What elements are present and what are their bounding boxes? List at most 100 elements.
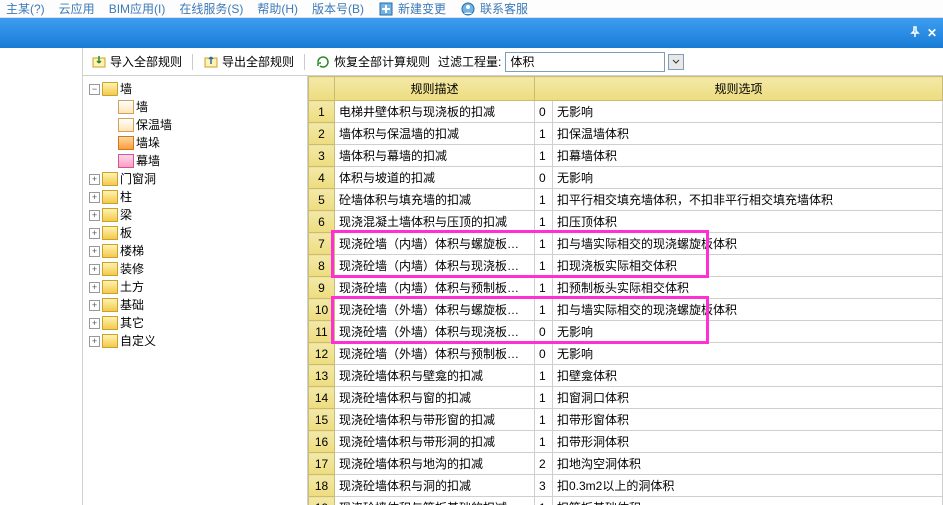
cell-flag[interactable]: 1 — [535, 431, 553, 453]
cell-flag[interactable]: 1 — [535, 211, 553, 233]
cell-flag[interactable]: 1 — [535, 145, 553, 167]
cell-desc[interactable]: 现浇砼墙（内墙）体积与螺旋板的扣减 — [335, 233, 535, 255]
col-header-desc[interactable]: 规则描述 — [335, 77, 535, 101]
table-row[interactable]: 10现浇砼墙（外墙）体积与螺旋板的扣减1扣与墙实际相交的现浇螺旋板体积 — [309, 299, 943, 321]
cell-flag[interactable]: 1 — [535, 299, 553, 321]
export-rules-button[interactable]: 导出全部规则 — [199, 51, 298, 72]
table-row[interactable]: 18现浇砼墙体积与洞的扣减3扣0.3m2以上的洞体积 — [309, 475, 943, 497]
tree-leaf[interactable]: 墙 — [136, 98, 148, 116]
expand-icon[interactable]: + — [89, 318, 100, 329]
expand-icon[interactable]: + — [89, 192, 100, 203]
table-row[interactable]: 17现浇砼墙体积与地沟的扣减2扣地沟空洞体积 — [309, 453, 943, 475]
cell-opt[interactable]: 扣幕墙体积 — [553, 145, 943, 167]
cell-opt[interactable]: 扣0.3m2以上的洞体积 — [553, 475, 943, 497]
cell-opt[interactable]: 扣地沟空洞体积 — [553, 453, 943, 475]
collapse-icon[interactable]: − — [89, 84, 100, 95]
expand-icon[interactable]: + — [89, 336, 100, 347]
import-rules-button[interactable]: 导入全部规则 — [87, 51, 186, 72]
cell-desc[interactable]: 现浇砼墙（内墙）体积与现浇板的扣减 — [335, 255, 535, 277]
cell-flag[interactable]: 1 — [535, 277, 553, 299]
cell-flag[interactable]: 1 — [535, 255, 553, 277]
menu-item[interactable]: 主某(?) — [6, 0, 45, 17]
table-row[interactable]: 2墙体积与保温墙的扣减1扣保温墙体积 — [309, 123, 943, 145]
cell-flag[interactable]: 2 — [535, 453, 553, 475]
cell-desc[interactable]: 现浇砼墙（外墙）体积与现浇板的扣减 — [335, 321, 535, 343]
table-row[interactable]: 15现浇砼墙体积与带形窗的扣减1扣带形窗体积 — [309, 409, 943, 431]
cell-opt[interactable]: 扣窗洞口体积 — [553, 387, 943, 409]
cell-desc[interactable]: 墙体积与幕墙的扣减 — [335, 145, 535, 167]
col-header-num[interactable] — [309, 77, 335, 101]
menu-right-item[interactable]: 新建变更 — [398, 0, 446, 17]
tree-node[interactable]: 门窗洞 — [120, 170, 156, 188]
cell-desc[interactable]: 现浇砼墙体积与带形窗的扣减 — [335, 409, 535, 431]
table-row[interactable]: 12现浇砼墙（外墙）体积与预制板的扣减0无影响 — [309, 343, 943, 365]
cell-desc[interactable]: 现浇砼墙体积与壁龛的扣减 — [335, 365, 535, 387]
tree-node[interactable]: 基础 — [120, 296, 144, 314]
tree-leaf[interactable]: 保温墙 — [136, 116, 172, 134]
menu-item[interactable]: 云应用 — [59, 0, 95, 17]
table-row[interactable]: 13现浇砼墙体积与壁龛的扣减1扣壁龛体积 — [309, 365, 943, 387]
tree-root-label[interactable]: 墙 — [120, 80, 132, 98]
restore-rules-button[interactable]: 恢复全部计算规则 — [311, 51, 434, 72]
expand-icon[interactable]: + — [89, 246, 100, 257]
cell-opt[interactable]: 扣与墙实际相交的现浇螺旋板体积 — [553, 233, 943, 255]
menu-item[interactable]: 在线服务(S) — [179, 0, 243, 17]
cell-desc[interactable]: 体积与坡道的扣减 — [335, 167, 535, 189]
table-row[interactable]: 19现浇砼墙体积与筏板基础的扣减1扣筏板基础体积 — [309, 497, 943, 505]
close-icon[interactable]: ✕ — [927, 26, 937, 40]
cell-opt[interactable]: 扣与墙实际相交的现浇螺旋板体积 — [553, 299, 943, 321]
expand-icon[interactable]: + — [89, 210, 100, 221]
cell-flag[interactable]: 1 — [535, 233, 553, 255]
cell-opt[interactable]: 扣压顶体积 — [553, 211, 943, 233]
expand-icon[interactable]: + — [89, 300, 100, 311]
cell-flag[interactable]: 0 — [535, 321, 553, 343]
cell-opt[interactable]: 扣保温墙体积 — [553, 123, 943, 145]
tree-leaf[interactable]: 幕墙 — [136, 152, 160, 170]
expand-icon[interactable]: + — [89, 282, 100, 293]
cell-desc[interactable]: 墙体积与保温墙的扣减 — [335, 123, 535, 145]
expand-icon[interactable]: + — [89, 174, 100, 185]
cell-flag[interactable]: 0 — [535, 101, 553, 123]
cell-flag[interactable]: 1 — [535, 387, 553, 409]
cell-desc[interactable]: 电梯井壁体积与现浇板的扣减 — [335, 101, 535, 123]
category-tree[interactable]: −墙 墙 保温墙 墙垛 幕墙 +门窗洞+柱+梁+板+楼梯+装修+土方+基础+其它… — [83, 76, 308, 505]
table-row[interactable]: 5砼墙体积与填充墙的扣减1扣平行相交填充墙体积，不扣非平行相交填充墙体积 — [309, 189, 943, 211]
pin-icon[interactable] — [909, 26, 921, 41]
tree-node[interactable]: 其它 — [120, 314, 144, 332]
tree-node[interactable]: 板 — [120, 224, 132, 242]
cell-opt[interactable]: 扣壁龛体积 — [553, 365, 943, 387]
menu-right-item[interactable]: 联系客服 — [480, 0, 528, 17]
cell-desc[interactable]: 现浇砼墙体积与窗的扣减 — [335, 387, 535, 409]
cell-desc[interactable]: 砼墙体积与填充墙的扣减 — [335, 189, 535, 211]
table-row[interactable]: 6现浇混凝土墙体积与压顶的扣减1扣压顶体积 — [309, 211, 943, 233]
filter-select[interactable]: 体积 — [505, 52, 665, 72]
cell-flag[interactable]: 3 — [535, 475, 553, 497]
cell-flag[interactable]: 1 — [535, 189, 553, 211]
cell-opt[interactable]: 扣带形洞体积 — [553, 431, 943, 453]
tree-node[interactable]: 装修 — [120, 260, 144, 278]
tree-node[interactable]: 柱 — [120, 188, 132, 206]
tree-node[interactable]: 自定义 — [120, 332, 156, 350]
cell-desc[interactable]: 现浇混凝土墙体积与压顶的扣减 — [335, 211, 535, 233]
cell-desc[interactable]: 现浇砼墙体积与带形洞的扣减 — [335, 431, 535, 453]
table-row[interactable]: 9现浇砼墙（内墙）体积与预制板的扣减1扣预制板头实际相交体积 — [309, 277, 943, 299]
cell-desc[interactable]: 现浇砼墙（内墙）体积与预制板的扣减 — [335, 277, 535, 299]
table-row[interactable]: 1电梯井壁体积与现浇板的扣减0无影响 — [309, 101, 943, 123]
cell-desc[interactable]: 现浇砼墙（外墙）体积与螺旋板的扣减 — [335, 299, 535, 321]
menu-item[interactable]: BIM应用(I) — [109, 0, 166, 17]
cell-opt[interactable]: 扣预制板头实际相交体积 — [553, 277, 943, 299]
table-row[interactable]: 11现浇砼墙（外墙）体积与现浇板的扣减0无影响 — [309, 321, 943, 343]
expand-icon[interactable]: + — [89, 264, 100, 275]
cell-desc[interactable]: 现浇砼墙体积与筏板基础的扣减 — [335, 497, 535, 505]
table-row[interactable]: 8现浇砼墙（内墙）体积与现浇板的扣减1扣现浇板实际相交体积 — [309, 255, 943, 277]
table-row[interactable]: 7现浇砼墙（内墙）体积与螺旋板的扣减1扣与墙实际相交的现浇螺旋板体积 — [309, 233, 943, 255]
cell-flag[interactable]: 1 — [535, 123, 553, 145]
rules-grid[interactable]: 规则描述 规则选项 1电梯井壁体积与现浇板的扣减0无影响2墙体积与保温墙的扣减1… — [308, 76, 943, 505]
cell-flag[interactable]: 1 — [535, 409, 553, 431]
cell-flag[interactable]: 0 — [535, 167, 553, 189]
cell-flag[interactable]: 1 — [535, 497, 553, 505]
table-row[interactable]: 14现浇砼墙体积与窗的扣减1扣窗洞口体积 — [309, 387, 943, 409]
cell-opt[interactable]: 扣筏板基础体积 — [553, 497, 943, 505]
cell-desc[interactable]: 现浇砼墙体积与洞的扣减 — [335, 475, 535, 497]
cell-opt[interactable]: 无影响 — [553, 167, 943, 189]
